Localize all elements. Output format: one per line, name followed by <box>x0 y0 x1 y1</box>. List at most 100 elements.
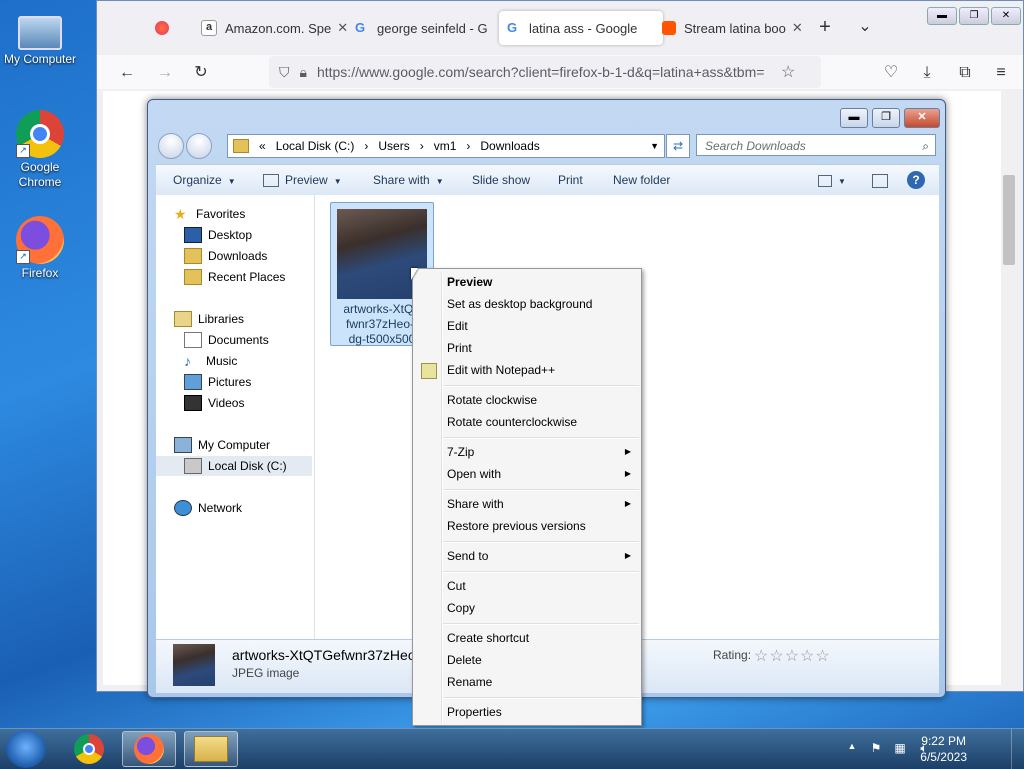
tab-firefox[interactable] <box>147 11 193 45</box>
google-icon: G <box>507 20 518 35</box>
close-icon[interactable]: ✕ <box>792 20 803 36</box>
maximize-button[interactable]: ❐ <box>959 7 989 25</box>
maximize-button[interactable]: ❐ <box>872 108 900 128</box>
address-bar[interactable]: « Local Disk (C:) › Users › vm1 › Downlo… <box>227 134 665 158</box>
reload-icon[interactable]: ↻ <box>189 61 213 85</box>
forward-icon[interactable]: → <box>153 61 177 85</box>
show-hidden-icons-icon[interactable]: ▲ <box>844 741 860 757</box>
new-folder-button[interactable]: New folder <box>613 165 670 195</box>
new-tab-button[interactable]: + <box>813 15 837 39</box>
menu-item-set-desktop-background[interactable]: Set as desktop background <box>415 293 639 315</box>
clock[interactable]: 9:22 PM 6/5/2023 <box>920 733 967 765</box>
breadcrumb-downloads[interactable]: Downloads <box>480 139 539 153</box>
menu-item-rotate-clockwise[interactable]: Rotate clockwise <box>415 389 639 411</box>
show-desktop-button[interactable] <box>1011 729 1024 769</box>
nav-pictures[interactable]: Pictures <box>184 372 251 392</box>
menu-item-delete[interactable]: Delete <box>415 649 639 671</box>
taskbar-explorer[interactable] <box>184 731 238 767</box>
nav-network[interactable]: Network <box>174 498 242 518</box>
chevron-down-icon[interactable]: ▼ <box>650 141 659 151</box>
pocket-icon[interactable]: ♡ <box>879 61 903 85</box>
menu-separator <box>443 571 639 573</box>
rating-stars[interactable]: ☆☆☆☆☆ <box>754 646 831 666</box>
url-bar[interactable]: ⛉ 🔒︎ https://www.google.com/search?clien… <box>269 56 821 88</box>
menu-item-send-to[interactable]: Send to ▶ <box>415 545 639 567</box>
tab-amazon[interactable]: a Amazon.com. Spe ✕ <box>193 11 349 45</box>
lock-icon: 🔒︎ <box>299 63 307 80</box>
nav-videos[interactable]: Videos <box>184 393 244 413</box>
preview-pane-button[interactable] <box>872 165 888 195</box>
nav-favorites[interactable]: ★ Favorites <box>174 204 245 224</box>
slide-show-button[interactable]: Slide show <box>472 165 530 195</box>
preview-button[interactable]: Preview ▼ <box>263 165 342 195</box>
refresh-button[interactable]: ⇄ <box>666 134 690 158</box>
menu-item-restore-previous-versions[interactable]: Restore previous versions <box>415 515 639 537</box>
back-button[interactable] <box>158 133 184 159</box>
menu-item-edit[interactable]: Edit <box>415 315 639 337</box>
tab-soundcloud[interactable]: Stream latina boo ✕ <box>654 11 810 45</box>
menu-item-rename[interactable]: Rename <box>415 671 639 693</box>
nav-recent-places[interactable]: Recent Places <box>184 267 285 287</box>
bookmark-star-icon[interactable]: ☆ <box>781 62 795 82</box>
search-input[interactable]: Search Downloads ⌕ <box>696 134 936 156</box>
desktop-icon-chrome[interactable]: ↗ Google Chrome <box>0 110 80 190</box>
close-button[interactable]: ✕ <box>991 7 1021 25</box>
desktop-icon-firefox[interactable]: ↗ Firefox <box>0 216 80 280</box>
nav-libraries[interactable]: Libraries <box>174 309 244 329</box>
minimize-button[interactable]: ▬ <box>840 108 868 128</box>
menu-item-rotate-counterclockwise[interactable]: Rotate counterclockwise <box>415 411 639 433</box>
rating-label: Rating: <box>713 648 752 662</box>
share-with-button[interactable]: Share with ▼ <box>373 165 444 195</box>
nav-music[interactable]: ♪ Music <box>184 351 237 371</box>
nav-documents[interactable]: Documents <box>184 330 269 350</box>
shield-icon[interactable]: ⛉ <box>279 64 290 81</box>
menu-item-cut[interactable]: Cut <box>415 575 639 597</box>
action-center-icon[interactable]: ⚑ <box>868 741 884 757</box>
menu-item-7zip[interactable]: 7-Zip ▶ <box>415 441 639 463</box>
menu-item-copy[interactable]: Copy <box>415 597 639 619</box>
back-icon[interactable]: ← <box>115 61 139 85</box>
menu-item-create-shortcut[interactable]: Create shortcut <box>415 627 639 649</box>
breadcrumb-sep: › <box>364 139 369 153</box>
downloads-folder-icon <box>184 248 202 264</box>
breadcrumb-vm1[interactable]: vm1 <box>434 139 457 153</box>
breadcrumb-local-disk[interactable]: Local Disk (C:) <box>276 139 355 153</box>
menu-item-print[interactable]: Print <box>415 337 639 359</box>
menu-label: Open with <box>447 467 502 481</box>
close-button[interactable]: ✕ <box>904 108 940 128</box>
minimize-button[interactable]: ▬ <box>927 7 957 25</box>
search-icon[interactable]: ⌕ <box>922 135 929 157</box>
forward-button[interactable] <box>186 133 212 159</box>
nav-desktop[interactable]: Desktop <box>184 225 252 245</box>
menu-icon[interactable]: ≡ <box>989 61 1013 85</box>
menu-item-open-with[interactable]: Open with ▶ <box>415 463 639 485</box>
network-icon[interactable]: ▦ <box>892 741 908 757</box>
libraries-icon <box>174 311 192 327</box>
nav-label: Desktop <box>208 228 253 242</box>
nav-local-disk[interactable]: Local Disk (C:) <box>156 456 312 476</box>
extensions-icon[interactable]: ⧉ <box>953 61 977 85</box>
downloads-icon[interactable]: ⤓ <box>915 61 939 85</box>
breadcrumb-overflow[interactable]: « <box>259 139 266 153</box>
print-button[interactable]: Print <box>558 165 583 195</box>
scrollbar-thumb[interactable] <box>1003 175 1015 265</box>
nav-label: My Computer <box>198 438 271 452</box>
breadcrumb-users[interactable]: Users <box>378 139 409 153</box>
tab-latina-ass[interactable]: G latina ass - Google <box>499 11 663 45</box>
desktop-icon-my-computer[interactable]: My Computer <box>0 8 80 66</box>
list-tabs-button[interactable]: ⌄ <box>853 15 877 39</box>
menu-item-share-with[interactable]: Share with ▶ <box>415 493 639 515</box>
nav-downloads[interactable]: Downloads <box>184 246 267 266</box>
organize-button[interactable]: Organize ▼ <box>173 165 236 195</box>
menu-item-properties[interactable]: Properties <box>415 701 639 723</box>
start-button[interactable] <box>6 730 46 768</box>
nav-my-computer[interactable]: My Computer <box>174 435 270 455</box>
taskbar-firefox[interactable] <box>122 731 176 767</box>
tab-seinfeld[interactable]: G george seinfeld - G <box>347 11 503 45</box>
change-view-button[interactable]: ▼ <box>818 165 846 195</box>
menu-item-preview[interactable]: Preview <box>415 271 639 293</box>
help-icon[interactable]: ? <box>907 171 925 189</box>
preview-label: Preview <box>285 173 328 187</box>
taskbar-chrome[interactable] <box>62 731 116 767</box>
menu-item-edit-notepadpp[interactable]: Edit with Notepad++ <box>415 359 639 381</box>
